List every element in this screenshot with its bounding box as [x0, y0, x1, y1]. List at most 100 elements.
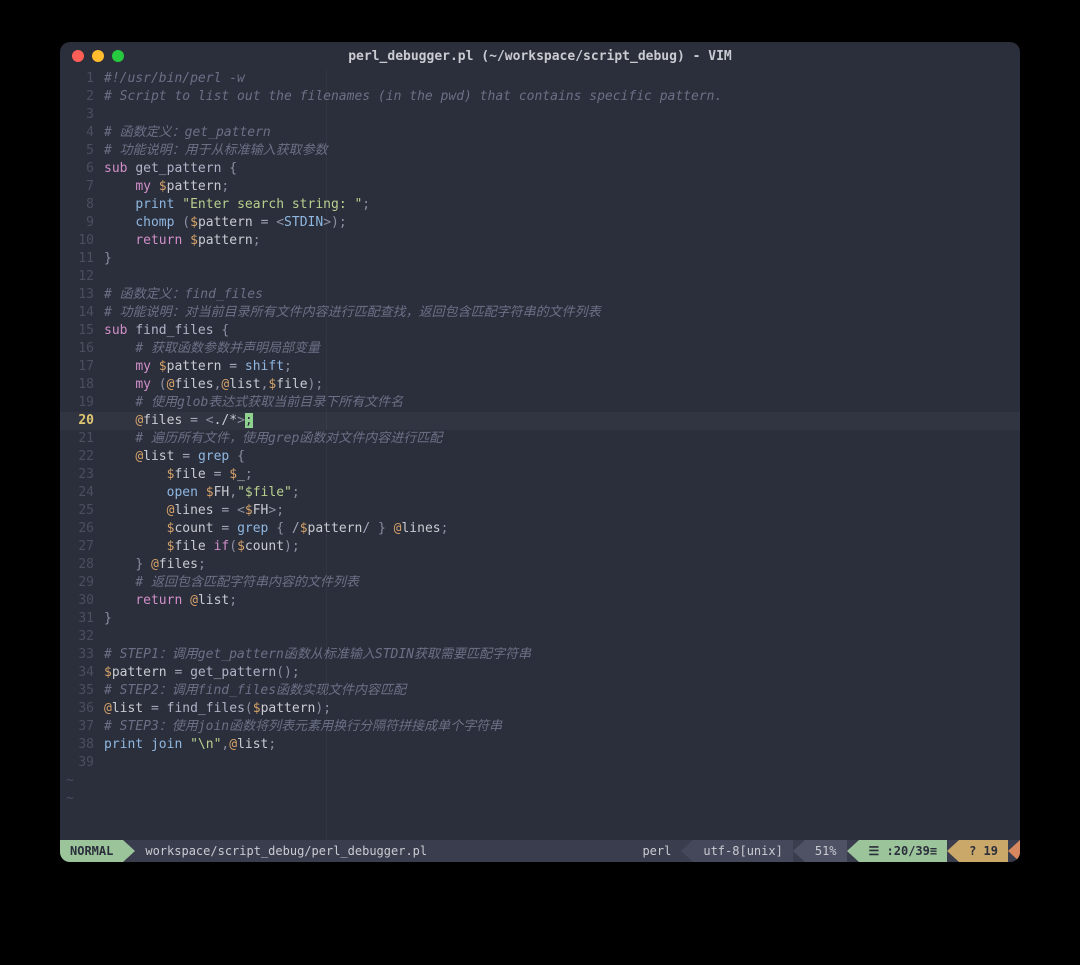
code-content: } @files; — [104, 556, 206, 574]
code-line[interactable]: 18 my (@files,@list,$file); — [60, 376, 1020, 394]
line-number: 15 — [60, 322, 104, 340]
code-line[interactable]: 17 my $pattern = shift; — [60, 358, 1020, 376]
line-number: 20 — [60, 412, 104, 430]
empty-line: ~ — [60, 790, 1020, 808]
code-line[interactable]: 25 @lines = <$FH>; — [60, 502, 1020, 520]
code-content: @files = <./*>; — [104, 412, 253, 430]
maximize-icon[interactable] — [112, 50, 124, 62]
line-number: 21 — [60, 430, 104, 448]
line-number: 7 — [60, 178, 104, 196]
encoding-segment: utf-8[unix] — [693, 840, 792, 862]
code-content: $pattern = get_pattern(); — [104, 664, 300, 682]
code-line[interactable]: 33# STEP1：调用get_pattern函数从标准输入STDIN获取需要匹… — [60, 646, 1020, 664]
code-content: @list = grep { — [104, 448, 245, 466]
line-number: 36 — [60, 700, 104, 718]
line-number: 24 — [60, 484, 104, 502]
code-line[interactable]: 8 print "Enter search string: "; — [60, 196, 1020, 214]
line-number: 10 — [60, 232, 104, 250]
code-line[interactable]: 32 — [60, 628, 1020, 646]
mode-segment: NORMAL — [60, 840, 123, 862]
code-line[interactable]: 39 — [60, 754, 1020, 772]
code-line[interactable]: 37# STEP3：使用join函数将列表元素用换行分隔符拼接成单个字符串 — [60, 718, 1020, 736]
code-content: # 使用glob表达式获取当前目录下所有文件名 — [104, 394, 403, 412]
line-number: 39 — [60, 754, 104, 772]
code-content: @list = find_files($pattern); — [104, 700, 331, 718]
code-line[interactable]: 34$pattern = get_pattern(); — [60, 664, 1020, 682]
code-line[interactable]: 12 — [60, 268, 1020, 286]
code-line[interactable]: 23 $file = $_; — [60, 466, 1020, 484]
code-content: $file = $_; — [104, 466, 253, 484]
code-line[interactable]: 30 return @list; — [60, 592, 1020, 610]
code-line[interactable]: 1#!/usr/bin/perl -w — [60, 70, 1020, 88]
code-line[interactable]: 10 return $pattern; — [60, 232, 1020, 250]
separator-icon — [847, 840, 859, 862]
code-line[interactable]: 36@list = find_files($pattern); — [60, 700, 1020, 718]
line-number: 26 — [60, 520, 104, 538]
editor[interactable]: 1#!/usr/bin/perl -w2# Script to list out… — [60, 70, 1020, 862]
code-content: # STEP2：调用find_files函数实现文件内容匹配 — [104, 682, 406, 700]
code-line[interactable]: 21 # 遍历所有文件，使用grep函数对文件内容进行匹配 — [60, 430, 1020, 448]
percent-segment: 51% — [805, 840, 847, 862]
code-line[interactable]: 38print join "\n",@list; — [60, 736, 1020, 754]
code-line[interactable]: 28 } @files; — [60, 556, 1020, 574]
line-number: 32 — [60, 628, 104, 646]
separator-icon — [793, 840, 805, 862]
code-area[interactable]: 1#!/usr/bin/perl -w2# Script to list out… — [60, 70, 1020, 840]
line-number: 23 — [60, 466, 104, 484]
line-number: 1 — [60, 70, 104, 88]
position-segment: ☰ :20/39≡ — [859, 840, 948, 862]
code-line[interactable]: 16 # 获取函数参数并声明局部变量 — [60, 340, 1020, 358]
code-line[interactable]: 35# STEP2：调用find_files函数实现文件内容匹配 — [60, 682, 1020, 700]
close-icon[interactable] — [72, 50, 84, 62]
code-content: # 获取函数参数并声明局部变量 — [104, 340, 320, 358]
code-line[interactable]: 7 my $pattern; — [60, 178, 1020, 196]
minimize-icon[interactable] — [92, 50, 104, 62]
code-line[interactable]: 13# 函数定义：find_files — [60, 286, 1020, 304]
code-content: # STEP1：调用get_pattern函数从标准输入STDIN获取需要匹配字… — [104, 646, 531, 664]
code-line[interactable]: 2# Script to list out the filenames (in … — [60, 88, 1020, 106]
code-content: # STEP3：使用join函数将列表元素用换行分隔符拼接成单个字符串 — [104, 718, 502, 736]
code-line[interactable]: 29 # 返回包含匹配字符串内容的文件列表 — [60, 574, 1020, 592]
code-line[interactable]: 19 # 使用glob表达式获取当前目录下所有文件名 — [60, 394, 1020, 412]
file-path-segment: workspace/script_debug/perl_debugger.pl — [135, 840, 437, 862]
code-line[interactable]: 6sub get_pattern { — [60, 160, 1020, 178]
line-number: 12 — [60, 268, 104, 286]
code-content: @lines = <$FH>; — [104, 502, 284, 520]
code-line[interactable]: 9 chomp ($pattern = <STDIN>); — [60, 214, 1020, 232]
code-line[interactable]: 26 $count = grep { /$pattern/ } @lines; — [60, 520, 1020, 538]
line-number: 19 — [60, 394, 104, 412]
code-content: sub find_files { — [104, 322, 229, 340]
code-line[interactable]: 11} — [60, 250, 1020, 268]
code-line[interactable]: 24 open $FH,"$file"; — [60, 484, 1020, 502]
code-content: chomp ($pattern = <STDIN>); — [104, 214, 347, 232]
code-content: # 函数定义：get_pattern — [104, 124, 271, 142]
code-content: return $pattern; — [104, 232, 261, 250]
line-number: 33 — [60, 646, 104, 664]
line-number: 31 — [60, 610, 104, 628]
window-title: perl_debugger.pl (~/workspace/script_deb… — [60, 49, 1020, 64]
line-number: 8 — [60, 196, 104, 214]
line-number: 34 — [60, 664, 104, 682]
terminal-window: perl_debugger.pl (~/workspace/script_deb… — [60, 42, 1020, 862]
line-number: 16 — [60, 340, 104, 358]
code-line[interactable]: 3 — [60, 106, 1020, 124]
code-line[interactable]: 5# 功能说明：用于从标准输入获取参数 — [60, 142, 1020, 160]
code-line[interactable]: 22 @list = grep { — [60, 448, 1020, 466]
code-line[interactable]: 14# 功能说明：对当前目录所有文件内容进行匹配查找，返回包含匹配字符串的文件列… — [60, 304, 1020, 322]
code-line[interactable]: 31} — [60, 610, 1020, 628]
code-line[interactable]: 27 $file if($count); — [60, 538, 1020, 556]
separator-icon — [947, 840, 959, 862]
separator-icon — [1008, 840, 1020, 862]
line-number: 18 — [60, 376, 104, 394]
line-number: 37 — [60, 718, 104, 736]
line-number: 3 — [60, 106, 104, 124]
line-number: 13 — [60, 286, 104, 304]
code-line[interactable]: 4# 函数定义：get_pattern — [60, 124, 1020, 142]
statusline: NORMAL workspace/script_debug/perl_debug… — [60, 840, 1020, 862]
line-number: 9 — [60, 214, 104, 232]
code-content: # 功能说明：对当前目录所有文件内容进行匹配查找，返回包含匹配字符串的文件列表 — [104, 304, 601, 322]
line-number: 28 — [60, 556, 104, 574]
code-line[interactable]: 15sub find_files { — [60, 322, 1020, 340]
code-content: # 遍历所有文件，使用grep函数对文件内容进行匹配 — [104, 430, 442, 448]
code-line[interactable]: 20 @files = <./*>; — [60, 412, 1020, 430]
